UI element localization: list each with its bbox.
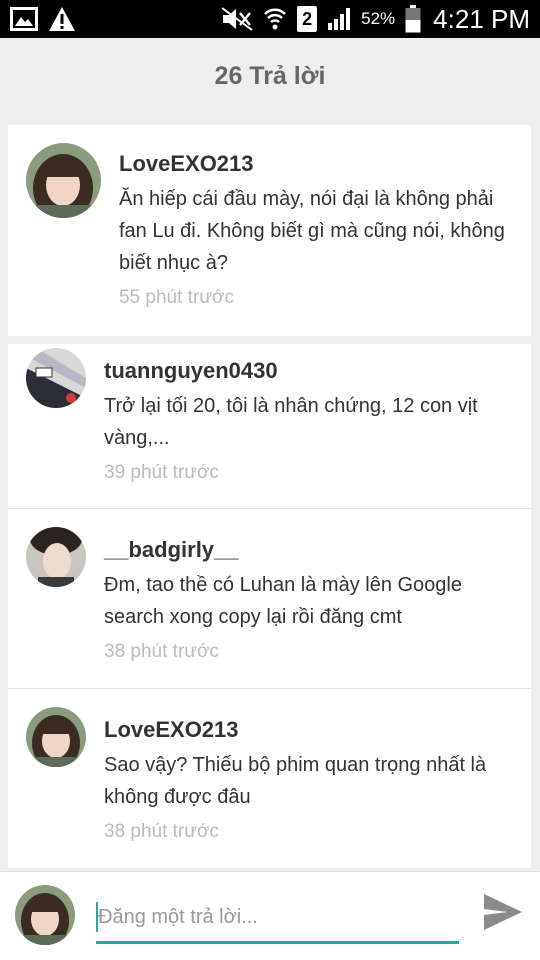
signal-icon [327,7,351,31]
page-title: 26 Trả lời [214,61,326,90]
status-bar-left [10,6,76,32]
reply-item[interactable]: __badgirly__ Đm, tao thề có Luhan là mày… [8,508,531,688]
clock: 4:21 PM [433,3,530,34]
reply-input[interactable] [96,894,459,944]
comment-message: Sao vậy? Thiếu bộ phim quan trọng nhất l… [104,754,487,808]
comment-body: __badgirly__ Đm, tao thề có Luhan là mày… [104,527,513,688]
user-avatar[interactable] [26,143,101,218]
comment-time: 39 phút trước [104,462,219,483]
sim-icon: 2 [297,6,318,32]
text-cursor [96,902,98,932]
comment-body: tuannguyen0430 Trở lại tối 20, tôi là nh… [104,348,513,508]
comment-username[interactable]: LoveEXO213 [104,717,513,743]
send-button[interactable] [478,889,528,939]
reply-item[interactable]: tuannguyen0430 Trở lại tối 20, tôi là nh… [8,344,531,508]
status-bar-right: 2 52% 4:21 PM [221,4,530,35]
comment-message: Ăn hiếp cái đầu mày, nói đại là không ph… [119,188,505,274]
comment-time: 38 phút trước [104,641,219,662]
comment-time: 55 phút trước [119,287,234,308]
comment-body: LoveEXO213 Sao vậy? Thiếu bộ phim quan t… [104,707,513,868]
replies-card: tuannguyen0430 Trở lại tối 20, tôi là nh… [8,344,531,868]
comment-message: Đm, tao thề có Luhan là mày lên Google s… [104,574,462,628]
comment-item[interactable]: LoveEXO213 Ăn hiếp cái đầu mày, nói đại … [8,125,531,309]
send-icon [482,892,524,937]
comment-username[interactable]: __badgirly__ [104,537,513,563]
user-avatar[interactable] [26,527,86,587]
comment-time: 38 phút trước [104,821,219,842]
comment-message: Trở lại tối 20, tôi là nhân chứng, 12 co… [104,395,478,449]
status-bar: 2 52% 4:21 PM [0,0,540,38]
wifi-icon [263,6,287,32]
comment-username[interactable]: tuannguyen0430 [104,358,513,384]
user-avatar[interactable] [26,707,86,767]
image-icon [10,7,38,31]
battery-percent: 52% [361,9,396,28]
comment-feed[interactable]: LoveEXO213 Ăn hiếp cái đầu mày, nói đại … [8,125,531,868]
user-avatar[interactable] [26,348,86,408]
header: 26 Trả lời [0,38,540,114]
parent-comment-card: LoveEXO213 Ăn hiếp cái đầu mày, nói đại … [8,125,531,336]
current-user-avatar [15,885,75,945]
reply-item[interactable]: LoveEXO213 Sao vậy? Thiếu bộ phim quan t… [8,688,531,868]
mute-icon [221,7,253,31]
warning-icon [48,6,76,32]
comment-body: LoveEXO213 Ăn hiếp cái đầu mày, nói đại … [119,143,513,309]
reply-bar [0,871,540,960]
comment-username[interactable]: LoveEXO213 [119,151,513,177]
battery-icon [405,5,421,33]
